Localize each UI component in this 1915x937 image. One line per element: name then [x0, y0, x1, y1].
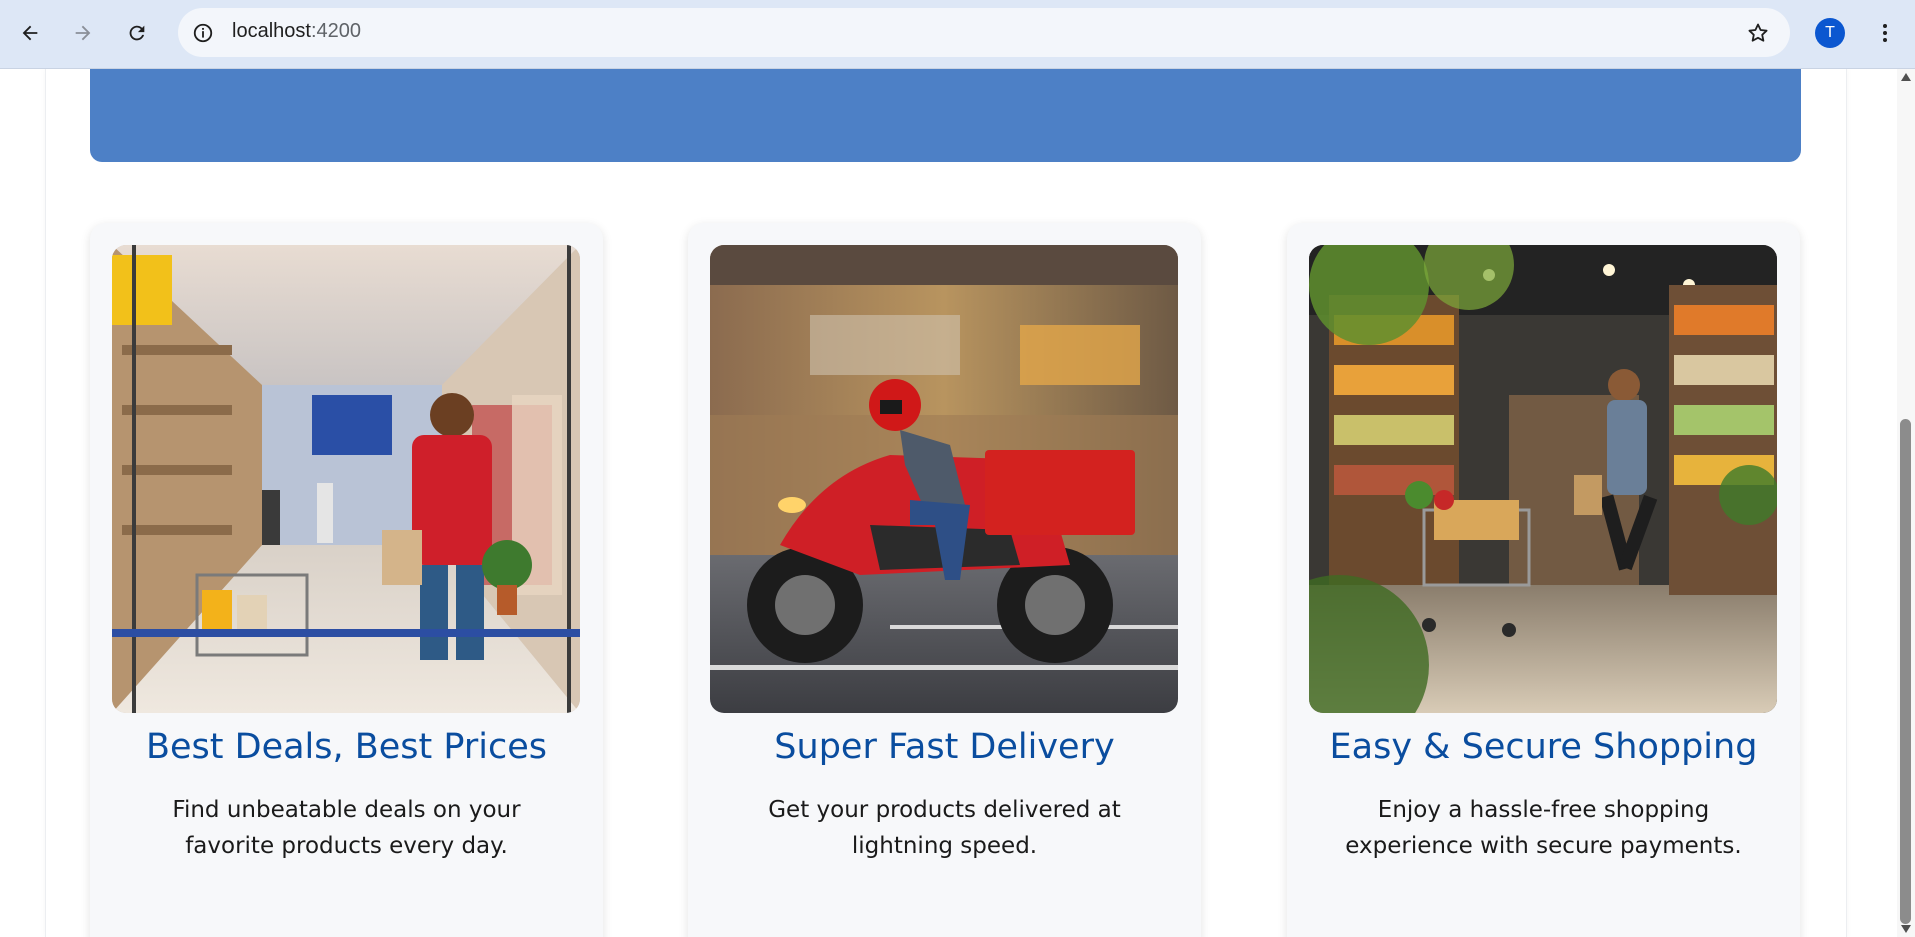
- back-arrow-icon: [22, 25, 38, 41]
- url-host: localhost: [232, 20, 311, 42]
- profile-avatar[interactable]: T: [1815, 18, 1845, 48]
- card-title: Easy & Secure Shopping: [1329, 727, 1758, 767]
- card-title: Super Fast Delivery: [774, 727, 1115, 767]
- page-viewport: Best Deals, Best Prices Find unbeatable …: [0, 69, 1897, 937]
- shopper-store-image: [112, 245, 580, 713]
- scroll-up-arrow-icon[interactable]: [1901, 73, 1911, 81]
- feature-card-fast-delivery: Super Fast Delivery Get your products de…: [688, 223, 1201, 937]
- supermarket-cart-image: [1309, 245, 1777, 713]
- card-description: Find unbeatable deals on your favorite p…: [172, 797, 521, 859]
- card-description: Enjoy a hassle-free shopping experience …: [1345, 797, 1742, 859]
- vertical-scrollbar[interactable]: [1897, 69, 1915, 937]
- site-info-icon[interactable]: [190, 20, 215, 45]
- address-bar[interactable]: localhost:4200: [178, 8, 1790, 57]
- card-description: Get your products delivered at lightning…: [768, 797, 1121, 859]
- feature-card-best-deals: Best Deals, Best Prices Find unbeatable …: [90, 223, 603, 937]
- forward-button[interactable]: [64, 14, 102, 52]
- reload-button[interactable]: [118, 14, 156, 52]
- bookmark-star-icon[interactable]: [1744, 19, 1772, 47]
- kebab-menu-icon[interactable]: [1870, 18, 1900, 48]
- forward-arrow-icon: [75, 25, 91, 41]
- reload-icon: [129, 25, 145, 41]
- url-text[interactable]: localhost:4200: [232, 20, 361, 43]
- delivery-scooter-image: [710, 245, 1178, 713]
- card-title: Best Deals, Best Prices: [145, 727, 547, 767]
- url-port: :4200: [310, 20, 361, 42]
- scroll-down-arrow-icon[interactable]: [1901, 925, 1911, 933]
- hero-banner: [90, 69, 1801, 162]
- browser-toolbar: localhost:4200 T: [0, 0, 1915, 69]
- feature-card-secure-shopping: Easy & Secure Shopping Enjoy a hassle-fr…: [1287, 223, 1800, 937]
- back-button[interactable]: [11, 14, 49, 52]
- scrollbar-thumb[interactable]: [1900, 419, 1911, 924]
